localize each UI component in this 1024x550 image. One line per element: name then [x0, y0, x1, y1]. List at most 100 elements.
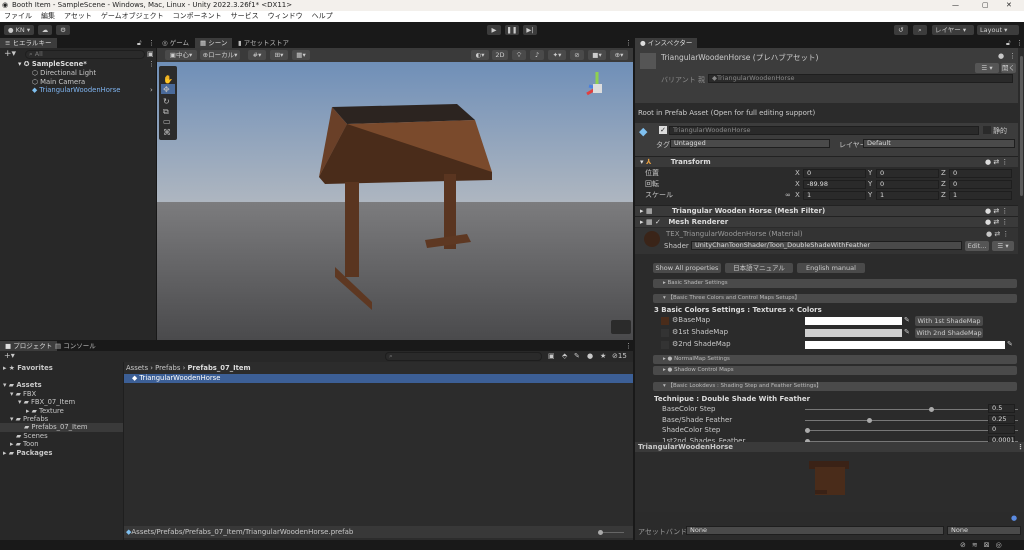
tab-game[interactable]: ◎ ゲーム — [157, 38, 194, 48]
section-lookdevs[interactable]: ▾ 【Basic Lookdevs : Shading Step and Fea… — [653, 382, 1017, 391]
preview-header[interactable]: TriangularWoodenHorse ⋮ — [635, 442, 1024, 452]
icon-size-slider[interactable] — [598, 530, 624, 535]
search-by-type-icon[interactable]: ▣ — [548, 352, 555, 360]
tab-project[interactable]: ■ プロジェクト — [0, 341, 58, 351]
folder-toon[interactable]: ▸ ▰ Toon — [10, 440, 39, 449]
slider-value-field[interactable]: 0.25 — [988, 414, 1015, 424]
more-menu-icon[interactable]: ⋮ — [148, 39, 155, 47]
tab-scene[interactable]: ▦ シーン — [195, 38, 233, 48]
shade-map-button[interactable]: With 2nd ShadeMap — [915, 328, 983, 338]
transform-z-field[interactable]: 0 — [949, 169, 1012, 178]
camera-icon[interactable]: ■▾ — [588, 50, 606, 60]
add-button[interactable]: +▾ — [4, 49, 16, 59]
2d-toggle[interactable]: 2D — [492, 50, 508, 60]
transform-header[interactable]: ▾ ⅄ Transform ● ⇄ ⋮ — [635, 156, 1018, 167]
menu-edit[interactable]: 編集 — [41, 11, 55, 22]
texture-slot[interactable] — [661, 317, 669, 325]
hierarchy-item[interactable]: ⬡ Main Camera — [32, 78, 85, 87]
texture-slot[interactable] — [661, 329, 669, 337]
transform-x-field[interactable]: 0 — [803, 169, 866, 178]
search-filter-icon[interactable]: ▣ — [147, 50, 154, 58]
slider-handle[interactable] — [867, 417, 872, 423]
slider-handle[interactable] — [929, 407, 934, 412]
eyedropper-icon[interactable]: ✎ — [904, 327, 910, 338]
breadcrumb-prefabs[interactable]: Prefabs — [155, 364, 180, 372]
asset-label-icon[interactable]: ● — [1011, 514, 1017, 522]
menu-help[interactable]: ヘルプ — [312, 11, 333, 22]
status-icons[interactable]: ⊘≋⊠◎ — [960, 541, 1008, 549]
hierarchy-search-input[interactable]: ⌕ All — [25, 50, 145, 59]
search-by-label-icon[interactable]: ⬘ — [562, 352, 567, 360]
shader-dropdown[interactable]: UnityChanToonShader/Toon_DoubleShadeWith… — [691, 241, 962, 250]
transform-x-field[interactable]: 1 — [803, 191, 866, 200]
history-icon[interactable]: ↺ — [894, 25, 908, 35]
info-icon[interactable]: ● — [587, 352, 593, 360]
menu-file[interactable]: ファイル — [4, 11, 32, 22]
eyedropper-icon[interactable]: ✎ — [904, 315, 910, 326]
favorites-folder[interactable]: ▸ ★ Favorites — [3, 364, 53, 373]
lock-icon[interactable]: 🔓︎ — [137, 39, 142, 48]
tag-dropdown[interactable]: Untagged — [670, 139, 830, 148]
audio-icon[interactable]: ♪ — [530, 50, 544, 60]
layout-dropdown[interactable]: Layout ▾ — [977, 25, 1019, 35]
japanese-manual-button[interactable]: 日本語マニュアル — [725, 263, 793, 273]
more-menu-icon[interactable]: ⋮ — [1016, 39, 1023, 47]
chevron-right-icon[interactable]: › — [150, 86, 153, 94]
menu-window[interactable]: ウィンドウ — [268, 11, 303, 22]
search-icon[interactable]: ⌕ — [913, 25, 927, 35]
transform-z-field[interactable]: 1 — [949, 191, 1012, 200]
scene-root[interactable]: ▾ ✪ SampleScene* — [18, 60, 87, 69]
menu-gameobject[interactable]: ゲームオブジェクト — [101, 11, 164, 22]
grid-snap-icon[interactable]: #▾ — [248, 50, 266, 60]
folder-fbx[interactable]: ▾ ▰ FBX — [10, 390, 36, 399]
settings-icon[interactable]: ⚙ — [56, 25, 70, 35]
grid-visibility-icon[interactable]: ▦▾ — [292, 50, 310, 60]
shade-map-button[interactable]: With 1st ShadeMap — [915, 316, 983, 326]
layers-dropdown[interactable]: レイヤー ▾ — [932, 25, 974, 35]
menu-services[interactable]: サービス — [231, 11, 259, 22]
help-icon[interactable]: ● — [998, 52, 1004, 60]
section-basic-shader[interactable]: ▸ Basic Shader Settings — [653, 279, 1017, 288]
tab-hierarchy[interactable]: ≡ ヒエラルキー — [0, 38, 57, 48]
play-button[interactable]: ▶ — [487, 25, 501, 35]
hidden-objects-icon[interactable]: ⊘ — [570, 50, 584, 60]
slider-value-field[interactable]: 0.5 — [988, 404, 1015, 413]
folder-texture[interactable]: ▸ ▰ Texture — [26, 407, 64, 416]
account-button[interactable]: ● KN ▾ — [4, 25, 34, 35]
show-all-properties-button[interactable]: Show All properties — [653, 263, 721, 273]
folder-assets[interactable]: ▾ ▰ Assets — [3, 381, 42, 390]
folder-scenes[interactable]: ▰ Scenes — [16, 432, 48, 441]
inspector-scrollbar[interactable] — [1019, 48, 1024, 442]
transform-z-field[interactable]: 0 — [949, 180, 1012, 189]
constrain-proportions-icon[interactable]: ∞ — [785, 190, 791, 201]
effects-icon[interactable]: ✦▾ — [548, 50, 566, 60]
tab-console[interactable]: ▤ コンソール — [50, 341, 101, 351]
layer-dropdown[interactable]: Default — [863, 139, 1015, 148]
folder-packages[interactable]: ▸ ▰ Packages — [3, 449, 52, 458]
hierarchy-item-prefab[interactable]: ◆ TriangularWoodenHorse — [32, 86, 120, 95]
mesh-filter-header[interactable]: ▸ ▦ Triangular Wooden Horse (Mesh Filter… — [635, 205, 1018, 216]
lighting-icon[interactable]: 💡︎ — [512, 50, 526, 60]
asset-preview[interactable] — [635, 452, 1024, 512]
project-search-input[interactable]: ⌕ — [385, 352, 542, 361]
close-button[interactable]: ✕ — [1006, 0, 1012, 11]
eyedropper-icon[interactable]: ✎ — [1007, 339, 1013, 350]
preset-dropdown[interactable]: ☰ ▾ — [975, 63, 999, 73]
pivot-dropdown[interactable]: ▣中心▾ — [165, 50, 197, 60]
shader-options-dropdown[interactable]: ☰ ▾ — [992, 241, 1014, 251]
section-normalmap[interactable]: ▸ ● NormalMap Settings — [653, 355, 1017, 364]
texture-slot[interactable] — [661, 341, 669, 349]
scene-menu-icon[interactable]: ⋮ — [148, 60, 155, 68]
maximize-button[interactable]: ▢ — [982, 0, 989, 11]
transform-y-field[interactable]: 1 — [876, 191, 939, 200]
transform-y-field[interactable]: 0 — [876, 169, 939, 178]
lock-icon[interactable]: 🔓︎ — [1006, 39, 1011, 48]
property-slider[interactable] — [805, 407, 1018, 412]
breadcrumb-assets[interactable]: Assets — [126, 364, 148, 372]
menu-component[interactable]: コンポーネント — [173, 11, 222, 22]
increment-snap-icon[interactable]: ⊞▾ — [270, 50, 288, 60]
tab-asset-store[interactable]: ▮ アセットストア — [233, 38, 294, 48]
property-slider[interactable] — [805, 428, 1018, 433]
section-three-colors[interactable]: ▾ 【Basic Three Colors and Control Maps S… — [653, 294, 1017, 303]
hidden-packages-count[interactable]: ⊘15 — [612, 352, 627, 360]
